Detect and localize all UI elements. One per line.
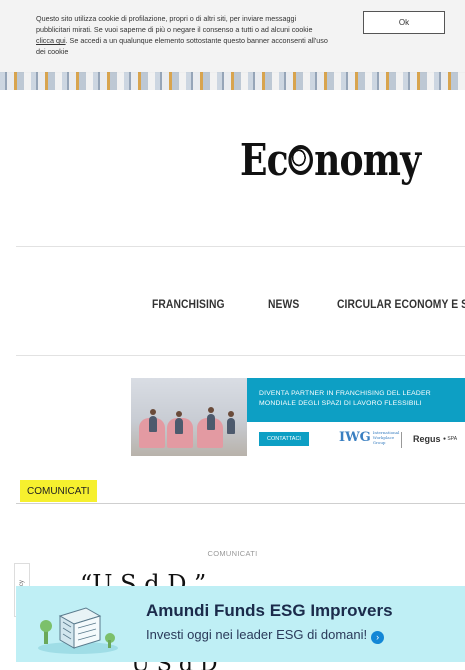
logo-text-left: Ec <box>240 135 289 186</box>
logo-text-right: nomy <box>314 135 421 186</box>
cookie-text: Questo sito utilizza cookie di profilazi… <box>36 13 358 57</box>
ad-subtitle: Investi oggi nei leader ESG di domani! › <box>146 627 385 644</box>
arrow-right-icon[interactable]: › <box>371 631 385 644</box>
banner-line2: MONDIALE DEGLI SPAZI DI LAVORO FLESSIBIL… <box>259 400 422 407</box>
cookie-text-line2: pubblicitari mirati. Se vuoi saperne di … <box>36 25 313 34</box>
cookie-banner: Questo sito utilizza cookie di profilazi… <box>0 0 465 73</box>
cookie-text-line3: . Se accedi a un qualunque elemento sott… <box>65 36 328 45</box>
person-figure <box>227 411 235 434</box>
spaces-logo: ● SPA <box>443 436 458 442</box>
amundi-ad[interactable]: Amundi Funds ESG Improvers Investi oggi … <box>16 586 465 662</box>
category-divider <box>16 503 465 504</box>
cookie-text-line4: dei cookie <box>36 47 69 56</box>
cookie-policy-link[interactable]: clicca qui <box>36 36 66 45</box>
main-nav: FRANCHISING NEWS CIRCULAR ECONOMY E SO <box>152 297 465 311</box>
article-title-peek: “U S d D ” <box>120 662 236 670</box>
nav-item-circular-economy[interactable]: CIRCULAR ECONOMY E SO <box>337 297 465 311</box>
header-divider <box>16 246 465 247</box>
franchising-banner-ad[interactable]: DIVENTA PARTNER IN FRANCHISING DEL LEADE… <box>131 378 465 456</box>
brand-divider <box>401 432 402 448</box>
nav-item-news[interactable]: NEWS <box>268 297 299 311</box>
banner-line1: DIVENTA PARTNER IN FRANCHISING DEL LEADE… <box>259 390 431 397</box>
person-figure <box>207 407 215 430</box>
cookie-text-line1: Questo sito utilizza cookie di profilazi… <box>36 14 297 23</box>
banner-brands: CONTATTACI IWG International Workplace Gr… <box>247 422 465 456</box>
contattaci-button[interactable]: CONTATTACI <box>259 432 309 446</box>
iwg-logo-subtext: International Workplace Group <box>372 430 400 445</box>
regus-logo: Regus <box>413 434 441 444</box>
person-figure <box>175 411 183 434</box>
ad-subtitle-text: Investi oggi nei leader ESG di domani! <box>146 627 368 642</box>
decorative-strip <box>0 72 465 90</box>
iwg-logo: IWG International Workplace Group <box>339 430 400 445</box>
nav-divider <box>16 355 465 356</box>
article-title-continued: “U S d D ” <box>0 662 465 670</box>
category-tab-comunicati[interactable]: COMUNICATI <box>20 480 97 502</box>
banner-headline-block: DIVENTA PARTNER IN FRANCHISING DEL LEADE… <box>247 378 465 422</box>
ad-title: Amundi Funds ESG Improvers <box>146 601 393 620</box>
office-photo <box>131 378 247 456</box>
nav-item-franchising[interactable]: FRANCHISING <box>152 297 225 311</box>
iwg-logo-text: IWG <box>339 430 371 445</box>
cookie-ok-button[interactable]: Ok <box>363 11 445 34</box>
person-figure <box>149 409 157 432</box>
building-illustration-icon <box>38 607 118 654</box>
globe-icon <box>288 144 314 175</box>
article-category-label[interactable]: COMUNICATI <box>0 549 465 558</box>
site-logo[interactable]: Ec nomy <box>240 135 421 186</box>
